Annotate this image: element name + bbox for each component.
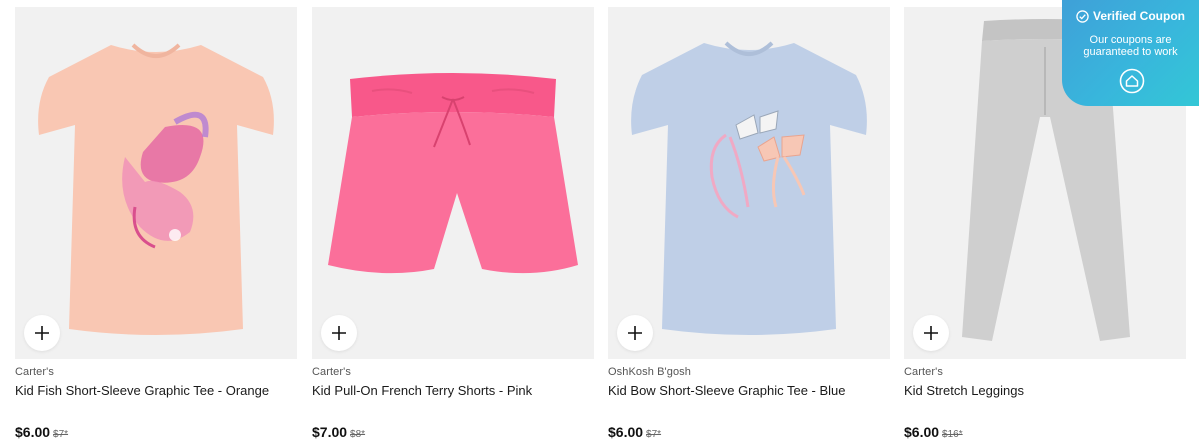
add-to-cart-button[interactable] — [24, 315, 60, 351]
product-card[interactable]: OshKosh B'gosh Kid Bow Short-Sleeve Grap… — [608, 7, 890, 448]
original-price: $7* — [53, 429, 69, 440]
price-row: $6.00 $16* — [904, 424, 963, 440]
product-image[interactable] — [608, 7, 890, 359]
product-brand: Carter's — [15, 366, 54, 378]
add-to-cart-button[interactable] — [321, 315, 357, 351]
coupon-badge-line-2: guaranteed to work — [1083, 46, 1178, 58]
add-to-cart-button[interactable] — [913, 315, 949, 351]
product-brand: Carter's — [312, 366, 351, 378]
sale-price: $7.00 — [312, 424, 348, 440]
product-name[interactable]: Kid Stretch Leggings — [904, 383, 1024, 398]
plus-icon — [35, 326, 49, 340]
price-row: $7.00 $8* — [312, 424, 365, 440]
sale-price: $6.00 — [904, 424, 940, 440]
original-price: $16* — [942, 429, 963, 440]
orange-fish-tee-image — [38, 43, 274, 335]
product-name[interactable]: Kid Fish Short-Sleeve Graphic Tee - Oran… — [15, 383, 269, 398]
blue-bow-tee-image — [631, 41, 867, 335]
coupon-badge-line-1: Our coupons are — [1089, 34, 1172, 46]
coupon-badge-title: Verified Coupon — [1092, 9, 1185, 23]
product-card[interactable]: Carter's Kid Pull-On French Terry Shorts… — [312, 7, 594, 448]
price-row: $6.00 $7* — [15, 424, 68, 440]
sale-price: $6.00 — [15, 424, 51, 440]
price-row: $6.00 $7* — [608, 424, 661, 440]
plus-icon — [628, 326, 642, 340]
product-name[interactable]: Kid Bow Short-Sleeve Graphic Tee - Blue — [608, 383, 846, 398]
original-price: $8* — [350, 429, 366, 440]
product-image[interactable] — [15, 7, 297, 359]
house-logo-icon — [1119, 68, 1145, 94]
verified-coupon-badge[interactable]: Verified Coupon Our coupons are guarante… — [1062, 0, 1199, 106]
product-brand: Carter's — [904, 366, 943, 378]
product-brand: OshKosh B'gosh — [608, 366, 691, 378]
product-card[interactable]: Carter's Kid Fish Short-Sleeve Graphic T… — [15, 7, 297, 448]
coupon-badge-header: Verified Coupon — [1062, 9, 1199, 23]
plus-icon — [332, 326, 346, 340]
product-image[interactable] — [312, 7, 594, 359]
check-circle-icon — [1076, 9, 1089, 23]
product-name[interactable]: Kid Pull-On French Terry Shorts - Pink — [312, 383, 532, 398]
plus-icon — [924, 326, 938, 340]
add-to-cart-button[interactable] — [617, 315, 653, 351]
sale-price: $6.00 — [608, 424, 644, 440]
coupon-badge-subtitle: Our coupons are guaranteed to work — [1062, 34, 1199, 58]
original-price: $7* — [646, 429, 662, 440]
pink-shorts-image — [328, 73, 578, 274]
